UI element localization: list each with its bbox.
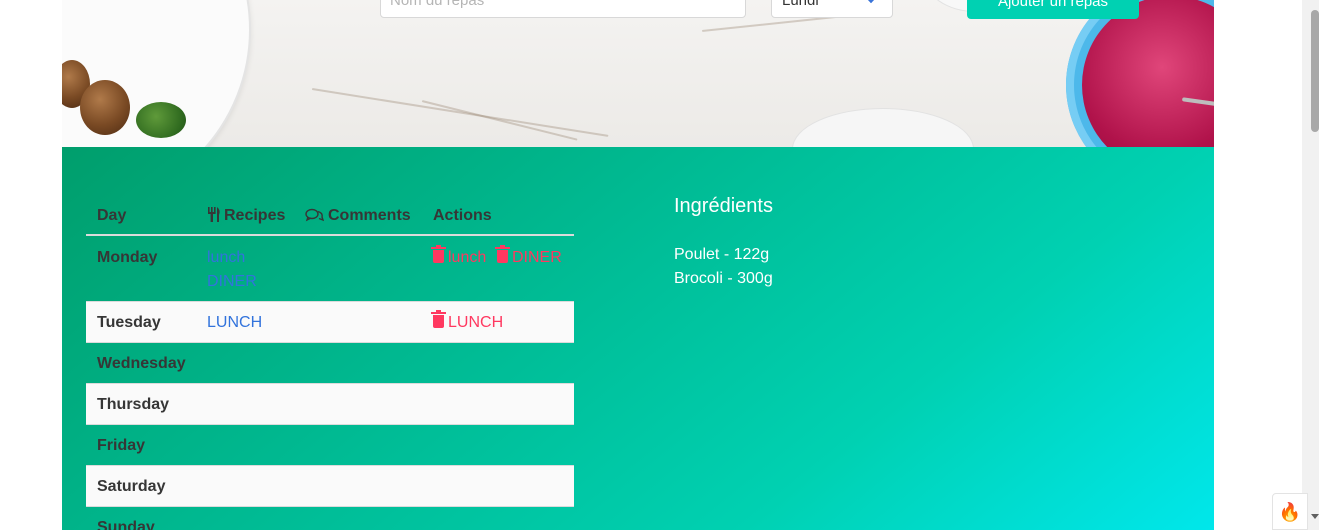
meal-name-input[interactable]: Nom du repas: [380, 0, 746, 18]
header-day: Day: [97, 207, 127, 224]
day-cell: Thursday: [97, 396, 170, 413]
header-recipes-label: Recipes: [224, 207, 286, 224]
plate-image: [792, 108, 974, 147]
table-row: Sunday: [86, 507, 574, 530]
delete-meal-label: lunch: [448, 249, 487, 266]
chevron-down-icon: [863, 0, 879, 4]
hero-banner: Nom du repas Lundi Ajouter un repas: [62, 0, 1214, 147]
flame-icon: 🔥: [1278, 502, 1302, 523]
header-comments: Comments: [305, 207, 411, 225]
table-row: Friday: [86, 425, 574, 466]
trash-icon: [495, 245, 510, 263]
header-comments-label: Comments: [328, 207, 411, 224]
day-cell: Wednesday: [97, 355, 186, 372]
page-container: Nom du repas Lundi Ajouter un repas Day: [62, 0, 1214, 530]
extension-button[interactable]: 🔥: [1272, 493, 1308, 530]
day-select[interactable]: Lundi: [771, 0, 893, 18]
trash-icon: [431, 245, 446, 263]
table-header: Day Recipes Comments Actions: [86, 195, 574, 236]
header-recipes: Recipes: [207, 207, 285, 225]
add-meal-button[interactable]: Ajouter un repas: [967, 0, 1139, 19]
day-select-value: Lundi: [782, 0, 819, 9]
recipe-link[interactable]: DINER: [207, 273, 257, 291]
delete-meal-button[interactable]: DINER: [495, 245, 562, 267]
ingredients-title: Ingrédients: [674, 195, 773, 217]
delete-meal-label: DINER: [512, 249, 562, 266]
table-row: Thursday: [86, 384, 574, 425]
delete-meal-label: LUNCH: [448, 314, 504, 331]
delete-meal-button[interactable]: lunch: [431, 245, 487, 267]
recipe-link[interactable]: lunch: [207, 249, 245, 267]
header-actions: Actions: [433, 207, 492, 224]
table-row: Saturday: [86, 466, 574, 507]
day-cell: Tuesday: [97, 314, 161, 331]
scrollbar-thumb[interactable]: [1311, 10, 1319, 132]
day-cell: Monday: [97, 249, 158, 266]
table-row: Wednesday: [86, 343, 574, 384]
day-cell: Sunday: [97, 519, 155, 530]
comments-icon: [305, 208, 325, 222]
scroll-down-arrow-icon[interactable]: [1311, 514, 1319, 519]
day-cell: Saturday: [97, 478, 166, 495]
delete-meal-button[interactable]: LUNCH: [431, 310, 504, 332]
ingredient-item: Brocoli - 300g: [674, 270, 773, 287]
table-row: Monday lunch DINER lunch DINER: [86, 236, 574, 302]
recipe-link[interactable]: LUNCH: [207, 314, 262, 332]
trash-icon: [431, 310, 446, 328]
planner-section: Day Recipes Comments Actions Monday lunc…: [62, 147, 1214, 530]
cutlery-icon: [208, 207, 220, 222]
table-row: Tuesday LUNCH LUNCH: [86, 302, 574, 343]
ingredient-item: Poulet - 122g: [674, 246, 770, 263]
soup-bowl-image: [1066, 0, 1214, 147]
day-cell: Friday: [97, 437, 146, 454]
